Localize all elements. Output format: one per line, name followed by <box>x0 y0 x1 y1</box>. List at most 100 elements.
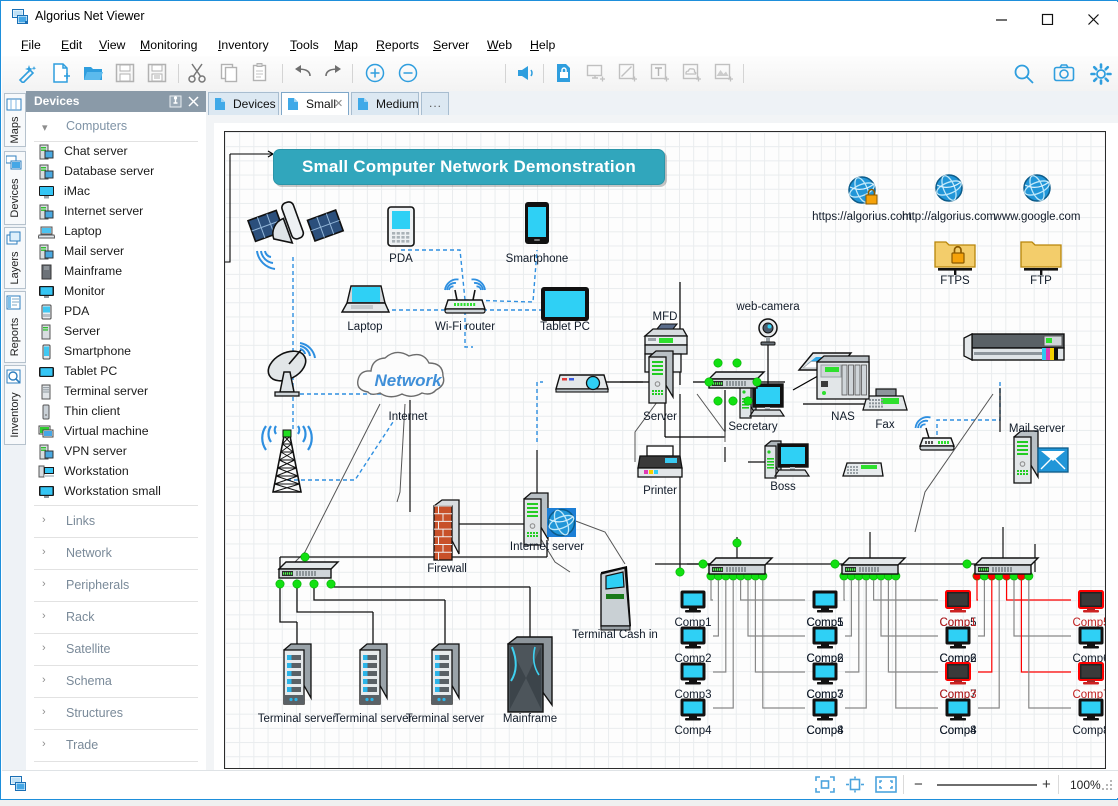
announce-icon[interactable] <box>513 60 539 86</box>
device-item[interactable]: Database server <box>26 162 206 182</box>
lock-document-icon[interactable] <box>551 60 577 86</box>
zoom-in-icon[interactable] <box>362 60 388 86</box>
device-item[interactable]: Laptop <box>26 222 206 242</box>
device-item[interactable]: Tablet PC <box>26 362 206 382</box>
center-icon[interactable] <box>845 776 867 793</box>
search-icon[interactable] <box>1010 60 1036 86</box>
vertical-tab-label: Inventory <box>9 392 21 438</box>
vertical-tab-reports[interactable]: Reports <box>4 291 26 363</box>
device-group-trade[interactable]: › Trade <box>34 730 198 762</box>
menu-view[interactable]: View <box>92 36 132 54</box>
open-folder-icon[interactable] <box>80 60 106 86</box>
vertical-tab-devices[interactable]: Devices <box>4 151 26 225</box>
device-item[interactable]: PDA <box>26 302 206 322</box>
maximize-button[interactable] <box>1026 3 1072 32</box>
fit-page-icon[interactable] <box>875 776 897 793</box>
save-icon[interactable] <box>112 60 138 86</box>
device-item[interactable]: Thin client <box>26 402 206 422</box>
menu-monitoring[interactable]: Monitoring <box>133 36 204 54</box>
device-group-structures[interactable]: › Structures <box>34 698 198 730</box>
device-group-peripherals[interactable]: › Peripherals <box>34 570 198 602</box>
close-icon[interactable] <box>187 95 200 111</box>
device-group-satellite[interactable]: › Satellite <box>34 634 198 666</box>
close-button[interactable] <box>1072 3 1118 32</box>
vertical-tab-inventory[interactable]: Inventory <box>4 365 26 445</box>
menu-server[interactable]: Server <box>426 36 476 54</box>
add-monitor-icon[interactable] <box>583 60 609 86</box>
map-tab-strip: Devices Small ✕ Medium... <box>206 91 1118 116</box>
add-cloud-icon[interactable] <box>679 60 705 86</box>
chevron-right-icon: › <box>42 578 46 590</box>
settings-gear-icon[interactable] <box>1087 60 1113 86</box>
device-group-schema[interactable]: › Schema <box>34 666 198 698</box>
map-tab-overflow[interactable]: ... <box>421 92 449 115</box>
device-item[interactable]: Monitor <box>26 282 206 302</box>
minimize-button[interactable] <box>980 3 1026 32</box>
map-title-banner[interactable]: Small Computer Network Demonstration <box>273 149 665 185</box>
device-group-links[interactable]: › Links <box>34 506 198 538</box>
magic-wand-icon[interactable] <box>14 60 40 86</box>
device-item[interactable]: Internet server <box>26 202 206 222</box>
vertical-tab-maps[interactable]: Maps <box>4 93 26 147</box>
menu-reports[interactable]: Reports <box>369 36 426 54</box>
add-image-icon[interactable] <box>711 60 737 86</box>
menu-edit[interactable]: Edit <box>54 36 89 54</box>
map-tab-medium[interactable]: Medium <box>351 92 419 115</box>
device-group-network[interactable]: › Network <box>34 538 198 570</box>
map-canvas-area[interactable]: Comp1 Comp2 Comp3 Comp4 Comp5 Comp6 Comp7 Comp8… <box>206 115 1118 773</box>
map-canvas[interactable]: Comp1 Comp2 Comp3 Comp4 Comp5 Comp6 Comp7 Comp8… <box>214 123 1118 773</box>
save-as-icon[interactable] <box>144 60 170 86</box>
device-group-computers[interactable]: ▾ Computers <box>34 112 198 142</box>
node-label: Smartphone <box>506 253 569 265</box>
fit-selection-icon[interactable] <box>815 776 837 793</box>
vertical-tab-layers[interactable]: Layers <box>4 227 26 289</box>
network-diagram[interactable]: Comp1Comp2Comp3Comp4Comp5Comp6Comp7Comp8… <box>225 132 1105 768</box>
device-item[interactable]: Workstation small <box>26 482 206 502</box>
device-item[interactable]: Virtual machine <box>26 422 206 442</box>
undo-icon[interactable] <box>290 60 316 86</box>
map-page[interactable]: Comp1 Comp2 Comp3 Comp4 Comp5 Comp6 Comp7 Comp8… <box>224 131 1106 769</box>
pin-icon[interactable] <box>169 95 182 111</box>
menu-help[interactable]: Help <box>523 36 562 54</box>
zoom-in-button[interactable]: + <box>1042 776 1051 793</box>
paste-icon[interactable] <box>248 60 274 86</box>
chevron-right-icon: › <box>42 674 46 686</box>
map-tab-small[interactable]: Small ✕ <box>281 92 349 115</box>
menu-web[interactable]: Web <box>480 36 519 54</box>
resize-grip[interactable] <box>1102 780 1114 795</box>
camera-icon[interactable] <box>1050 60 1076 86</box>
device-item[interactable]: Mainframe <box>26 262 206 282</box>
device-item[interactable]: Workstation <box>26 462 206 482</box>
map-title-text: Small Computer Network Demonstration <box>301 157 637 176</box>
node-label: Mainframe <box>503 713 557 725</box>
device-item[interactable]: Server <box>26 322 206 342</box>
map-tab-overflow-label: ... <box>429 96 443 110</box>
add-line-icon[interactable] <box>615 60 641 86</box>
menu-map[interactable]: Map <box>327 36 365 54</box>
devices-tree[interactable]: ▾ Computers Chat server Database server iMac… <box>26 112 206 773</box>
zoom-slider[interactable] <box>937 784 1037 786</box>
device-item[interactable]: Mail server <box>26 242 206 262</box>
zoom-out-button[interactable]: − <box>914 776 923 793</box>
zoom-out-icon[interactable] <box>395 60 421 86</box>
menu-inventory[interactable]: Inventory <box>211 36 276 54</box>
menu-file[interactable]: File <box>14 36 48 54</box>
device-item[interactable]: Chat server <box>26 142 206 162</box>
menu-tools[interactable]: Tools <box>283 36 326 54</box>
device-group-rack[interactable]: › Rack <box>34 602 198 634</box>
tab-close-icon[interactable]: ✕ <box>334 97 343 110</box>
new-document-icon[interactable] <box>48 60 74 86</box>
device-item[interactable]: Terminal server <box>26 382 206 402</box>
redo-icon[interactable] <box>320 60 346 86</box>
device-item[interactable]: VPN server <box>26 442 206 462</box>
add-text-icon[interactable] <box>647 60 673 86</box>
node-label: FTP <box>1030 275 1052 287</box>
cut-icon[interactable] <box>184 60 210 86</box>
device-item-label: Workstation small <box>64 484 161 498</box>
device-item[interactable]: iMac <box>26 182 206 202</box>
device-item-label: iMac <box>64 184 90 198</box>
server-blue-icon <box>38 444 55 460</box>
copy-icon[interactable] <box>216 60 242 86</box>
device-item[interactable]: Smartphone <box>26 342 206 362</box>
map-tab-devices[interactable]: Devices <box>208 92 279 115</box>
